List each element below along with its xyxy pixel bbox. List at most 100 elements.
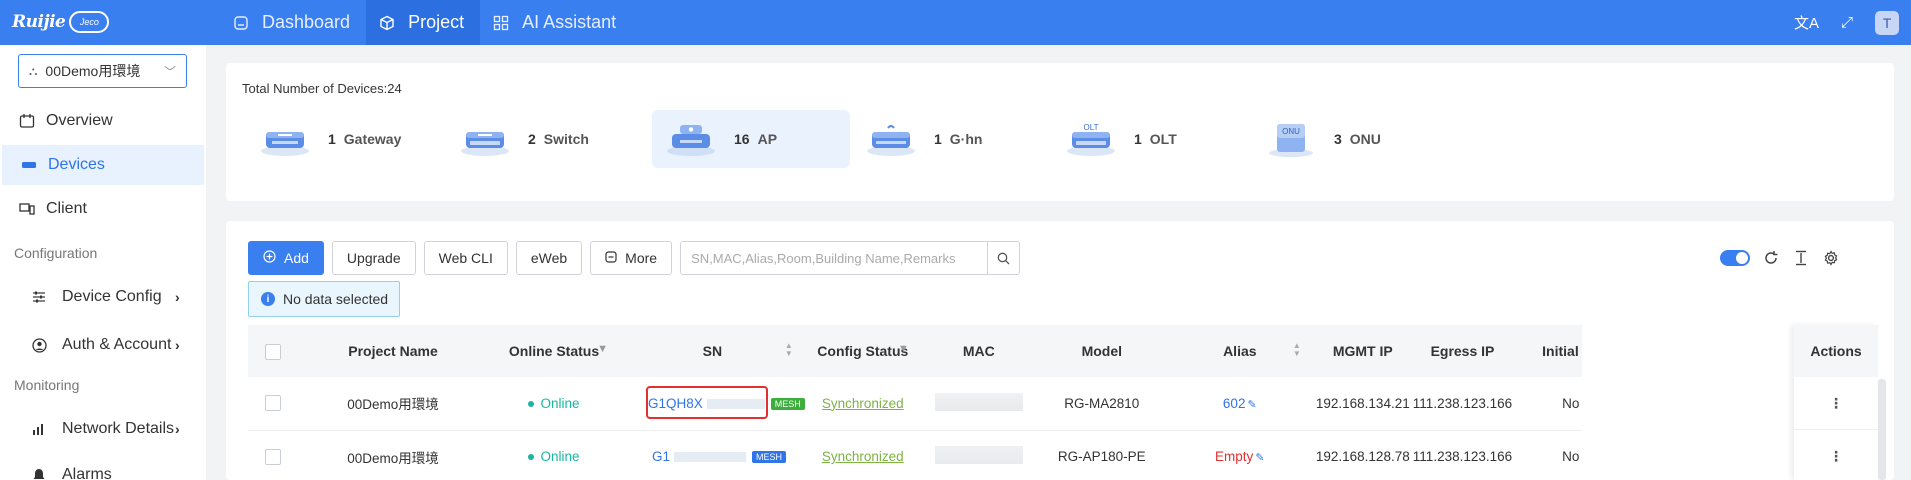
sidebar-item-label: Client	[46, 200, 87, 217]
view-toggle[interactable]	[1720, 250, 1750, 266]
header-project-name: Project Name	[298, 325, 488, 377]
mac-redacted	[934, 392, 1023, 411]
web-cli-button[interactable]: Web CLI	[423, 241, 508, 275]
export-icon[interactable]	[1792, 249, 1810, 267]
sn-link[interactable]: G1	[652, 449, 747, 464]
device-type-onu[interactable]: ONU 3 ONU	[1252, 110, 1450, 168]
chevron-down-icon: ﹀	[163, 64, 176, 79]
alias-link[interactable]: Empty	[1215, 449, 1253, 464]
eweb-button[interactable]: eWeb	[515, 241, 583, 275]
fullscreen-icon[interactable]: ⤢	[1841, 14, 1853, 31]
sidebar-item-device-config[interactable]: Device Config ›	[0, 277, 206, 317]
sidebar-item-auth-account[interactable]: Auth & Account ›	[0, 325, 206, 365]
nav-project-label: Project	[408, 12, 465, 32]
refresh-icon[interactable]	[1762, 249, 1780, 267]
cell-online: Online	[488, 430, 620, 480]
more-icon	[605, 250, 617, 266]
sidebar-item-overview[interactable]: Overview	[0, 101, 206, 141]
project-select-value: 00Demo用環境	[45, 63, 141, 79]
ghn-icon	[866, 120, 916, 158]
nav-project[interactable]: Project	[366, 0, 481, 45]
onu-icon: ONU	[1266, 120, 1316, 158]
sidebar-item-label: Device Config	[62, 288, 162, 305]
cell-mac	[920, 377, 1037, 431]
table-row[interactable]: 00Demo用環境 Online G1 MESH Synchronized RG-…	[248, 430, 1583, 480]
translate-icon[interactable]: 文A	[1794, 12, 1819, 33]
sidebar-item-label: Overview	[46, 112, 113, 129]
project-tree-icon: ⛬	[29, 63, 38, 78]
nav-ai-assistant-label: AI Assistant	[522, 12, 617, 32]
sidebar-item-network-details[interactable]: Network Details ›	[0, 409, 206, 449]
device-type-switch[interactable]: 2 Switch	[446, 110, 644, 168]
project-select[interactable]: ⛬ 00Demo用環境 ﹀	[18, 54, 187, 88]
device-type-ap[interactable]: 16 AP	[652, 110, 850, 168]
cell-alias: Empty ✎	[1166, 430, 1313, 480]
bar-chart-icon	[30, 422, 48, 436]
device-type-name: AP	[757, 131, 778, 147]
device-type-gateway[interactable]: 1 Gateway	[246, 110, 444, 168]
nav-ai-assistant[interactable]: AI Assistant	[480, 0, 632, 45]
upgrade-button[interactable]: Upgrade	[331, 241, 416, 275]
sidebar-item-client[interactable]: Client	[0, 189, 206, 229]
cell-initial: No	[1512, 377, 1583, 431]
cell-mgmt-ip: 192.168.134.21	[1312, 377, 1413, 431]
status-dot	[528, 454, 535, 461]
online-status-text: Online	[540, 449, 580, 464]
select-all-checkbox[interactable]	[265, 343, 281, 360]
config-status-link[interactable]: Synchronized	[822, 396, 904, 411]
table-row[interactable]: 00Demo用環境 Online G1QH8X MESH Synchronized…	[248, 377, 1583, 431]
sn-text: G1	[652, 449, 671, 464]
filter-icon[interactable]: ▼	[597, 343, 608, 355]
edit-icon[interactable]: ✎	[1247, 399, 1256, 411]
edit-icon[interactable]: ✎	[1255, 452, 1264, 464]
sidebar-item-alarms[interactable]: Alarms	[0, 455, 206, 480]
search-input[interactable]	[681, 242, 988, 274]
more-button[interactable]: More	[590, 241, 673, 275]
nav-dashboard-label: Dashboard	[262, 12, 351, 32]
brand-logo[interactable]: Ruijie Jeco	[12, 6, 110, 38]
row-checkbox[interactable]	[265, 448, 281, 465]
gear-icon[interactable]	[1822, 249, 1840, 267]
alias-link[interactable]: 602	[1223, 396, 1246, 411]
table-scrollbar[interactable]	[1878, 379, 1886, 480]
filter-icon[interactable]: ▼	[898, 343, 909, 355]
cell-egress-ip: 111.238.123.166	[1412, 430, 1513, 480]
cell-project: 00Demo用環境	[298, 430, 488, 480]
device-count: 1	[1134, 131, 1142, 147]
top-right-tools: 文A ⤢ T	[1794, 0, 1899, 45]
sidebar: ⛬ 00Demo用環境 ﹀ Overview Devices Client Co…	[0, 45, 206, 480]
search-icon[interactable]	[987, 242, 1019, 274]
config-status-link[interactable]: Synchronized	[822, 449, 904, 464]
header-sn-label: SN	[702, 343, 723, 359]
avatar[interactable]: T	[1875, 10, 1899, 35]
sort-icon[interactable]: ▲ ▼	[785, 342, 793, 358]
device-type-name: Switch	[543, 131, 589, 147]
cell-config: Synchronized	[804, 377, 921, 431]
row-checkbox[interactable]	[265, 395, 281, 412]
device-count: 3	[1334, 131, 1342, 147]
info-icon: i	[261, 292, 275, 306]
device-type-olt[interactable]: OLT 1 OLT	[1052, 110, 1250, 168]
cell-egress-ip: 111.238.123.166	[1412, 377, 1513, 431]
sidebar-item-label: Alarms	[62, 466, 112, 480]
logo-cloud: Jeco	[69, 11, 110, 33]
device-table: Project Name Online Status ▼ SN ▲ ▼ Config …	[248, 325, 1583, 480]
table-tools	[1720, 249, 1840, 267]
add-button[interactable]: Add	[248, 241, 324, 275]
total-devices-label: Total Number of Devices:24	[242, 81, 402, 96]
more-vertical-icon[interactable]: ⋮	[1829, 395, 1843, 412]
header-online-status: Online Status ▼	[488, 325, 620, 377]
client-icon	[18, 202, 36, 216]
more-vertical-icon[interactable]: ⋮	[1829, 448, 1843, 465]
select-all-cell	[248, 325, 298, 377]
sn-redacted	[674, 452, 747, 463]
sidebar-item-label: Network Details	[62, 420, 175, 437]
chevron-right-icon: ›	[175, 289, 180, 305]
calendar-icon	[18, 113, 36, 129]
device-type-ghn[interactable]: 1 G·hn	[852, 110, 1050, 168]
cell-online: Online	[488, 377, 620, 431]
sort-icon[interactable]: ▲ ▼	[1293, 342, 1301, 358]
more-button-label: More	[625, 250, 658, 266]
nav-dashboard[interactable]: Dashboard	[220, 0, 366, 45]
sidebar-item-devices[interactable]: Devices	[2, 145, 204, 185]
